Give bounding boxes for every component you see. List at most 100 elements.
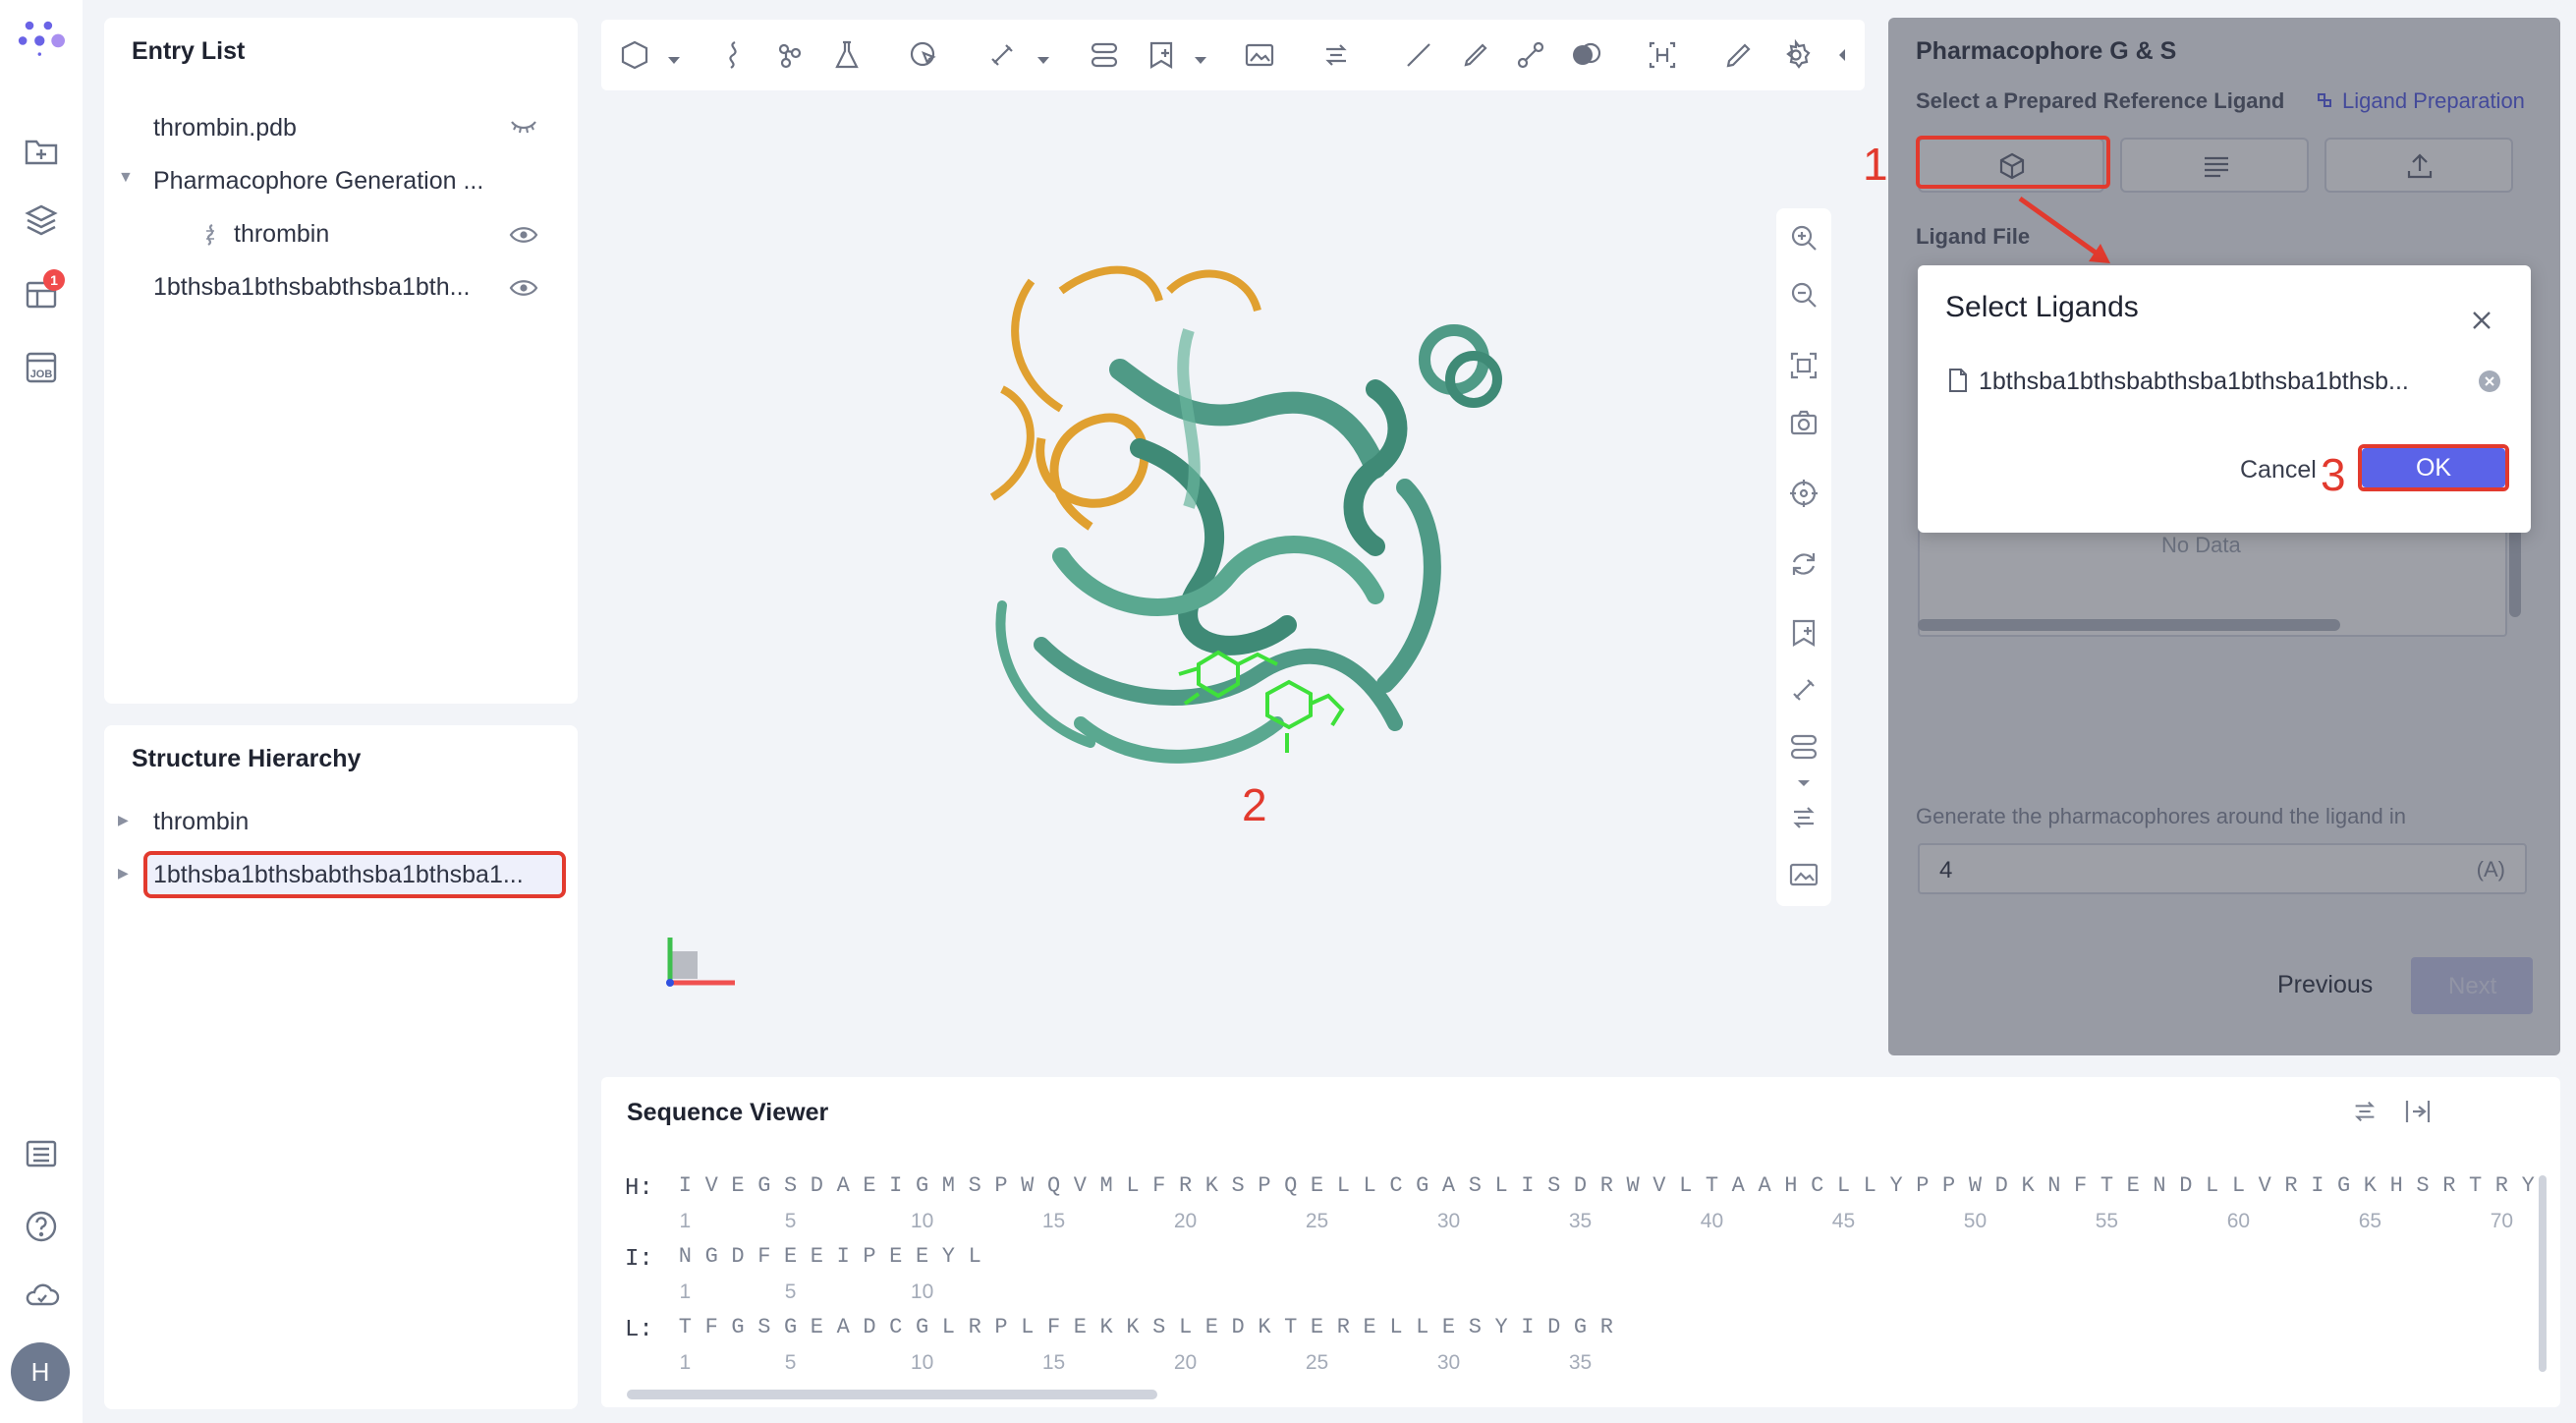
residue[interactable]: E: [1067, 1317, 1093, 1372]
residue[interactable]: L: [1014, 1317, 1040, 1372]
residue[interactable]: L 60: [2225, 1175, 2252, 1232]
align-icon[interactable]: [1788, 731, 1820, 763]
residue[interactable]: K 65: [2357, 1175, 2383, 1232]
flask-icon[interactable]: [831, 39, 863, 71]
residue[interactable]: G 10: [909, 1175, 935, 1232]
superpose-icon[interactable]: [1788, 802, 1820, 833]
residue[interactable]: L: [962, 1246, 988, 1301]
residue[interactable]: S: [2410, 1175, 2436, 1230]
residue[interactable]: I: [882, 1175, 909, 1230]
residue[interactable]: E 30: [1435, 1317, 1462, 1374]
residue[interactable]: N: [2041, 1175, 2067, 1230]
residue[interactable]: A: [830, 1175, 857, 1230]
residue[interactable]: L: [1357, 1175, 1383, 1230]
residue[interactable]: L: [1488, 1175, 1515, 1230]
residue[interactable]: V: [699, 1175, 725, 1230]
residue[interactable]: Q: [1277, 1175, 1304, 1230]
residue[interactable]: S: [1462, 1175, 1488, 1230]
residue[interactable]: K: [1252, 1317, 1278, 1372]
image-icon[interactable]: [1244, 39, 1275, 71]
residue[interactable]: F: [751, 1246, 777, 1301]
bookmark-icon[interactable]: [1146, 39, 1177, 71]
eye-icon[interactable]: [509, 277, 538, 299]
residue[interactable]: G5: [777, 1317, 804, 1374]
residue[interactable]: W: [1620, 1175, 1647, 1230]
residue[interactable]: H: [1777, 1175, 1804, 1230]
residue[interactable]: L: [1330, 1175, 1357, 1230]
residue[interactable]: E 10: [909, 1246, 935, 1303]
residue[interactable]: A: [830, 1317, 857, 1372]
residue[interactable]: E: [857, 1175, 883, 1230]
residue[interactable]: E: [804, 1246, 830, 1301]
chevron-down-icon[interactable]: [668, 57, 680, 64]
residue[interactable]: P: [1909, 1175, 1935, 1230]
chain-residues[interactable]: N 1 G D F E 5 E I P E E 10 Y L: [672, 1246, 988, 1303]
residue[interactable]: L: [1383, 1317, 1410, 1372]
chevron-down-icon[interactable]: [1796, 778, 1812, 788]
residue[interactable]: Y: [2515, 1175, 2542, 1230]
list-icon[interactable]: [18, 1130, 65, 1177]
collapse-caret-icon[interactable]: ▶: [118, 812, 129, 828]
cancel-button[interactable]: Cancel: [2240, 456, 2317, 484]
residue[interactable]: F: [1146, 1175, 1172, 1230]
residue[interactable]: F 15: [1040, 1317, 1067, 1374]
residue[interactable]: Y: [935, 1246, 962, 1301]
image-icon[interactable]: [1788, 859, 1820, 890]
residue[interactable]: D: [1225, 1317, 1252, 1372]
residue[interactable]: N1: [672, 1246, 699, 1303]
entry-item-thrombin[interactable]: thrombin: [234, 220, 329, 249]
residue[interactable]: S: [1225, 1175, 1252, 1230]
entry-item-thrombin-pdb[interactable]: thrombin.pdb: [153, 114, 297, 142]
residue[interactable]: D: [1540, 1317, 1567, 1372]
eye-icon[interactable]: [509, 224, 538, 246]
molecule-viewer[interactable]: 2: [589, 16, 1873, 1055]
chevron-down-icon[interactable]: [1037, 57, 1049, 64]
residue[interactable]: W: [1014, 1175, 1040, 1230]
rotate-icon[interactable]: [1788, 548, 1820, 580]
residue[interactable]: S: [1540, 1175, 1567, 1230]
residue[interactable]: Y: [1488, 1317, 1515, 1372]
link-icon[interactable]: [986, 39, 1018, 71]
cloud-icon[interactable]: [18, 1272, 65, 1319]
expand-caret-icon[interactable]: ▼: [118, 169, 134, 187]
residue[interactable]: A: [1752, 1175, 1778, 1230]
residue[interactable]: L: [935, 1317, 962, 1372]
residue[interactable]: R: [2278, 1175, 2305, 1230]
align-icon[interactable]: [1089, 39, 1120, 71]
residue[interactable]: D: [857, 1317, 883, 1372]
residue[interactable]: L 45: [1830, 1175, 1857, 1232]
sequence-vertical-scrollbar[interactable]: [2539, 1175, 2547, 1372]
residue[interactable]: D: [725, 1246, 752, 1301]
residue[interactable]: V: [1646, 1175, 1672, 1230]
new-project-icon[interactable]: [18, 128, 65, 175]
chevron-down-icon[interactable]: [1195, 57, 1206, 64]
residue[interactable]: W 50: [1962, 1175, 1988, 1232]
residue[interactable]: E: [2120, 1175, 2147, 1230]
user-avatar[interactable]: H: [11, 1342, 70, 1401]
residue[interactable]: P: [1935, 1175, 1962, 1230]
residue[interactable]: H: [2383, 1175, 2410, 1230]
residue[interactable]: A 30: [1435, 1175, 1462, 1232]
residue[interactable]: E: [882, 1246, 909, 1301]
residue[interactable]: G: [1409, 1175, 1435, 1230]
residue[interactable]: P: [1252, 1175, 1278, 1230]
residue[interactable]: G: [699, 1246, 725, 1301]
residue[interactable]: P: [988, 1317, 1015, 1372]
residue[interactable]: I: [1515, 1317, 1541, 1372]
residue[interactable]: L: [1120, 1175, 1147, 1230]
residue[interactable]: K: [1199, 1175, 1225, 1230]
hydrogen-icon[interactable]: [1647, 39, 1678, 71]
eye-closed-icon[interactable]: [509, 116, 538, 138]
residue[interactable]: I: [1515, 1175, 1541, 1230]
residue[interactable]: M: [1093, 1175, 1120, 1230]
residue[interactable]: P: [857, 1246, 883, 1301]
residue[interactable]: T 55: [2094, 1175, 2120, 1232]
residue[interactable]: R: [1330, 1317, 1357, 1372]
residue[interactable]: D: [2172, 1175, 2199, 1230]
residue[interactable]: M: [935, 1175, 962, 1230]
residue[interactable]: V: [2252, 1175, 2278, 1230]
residue[interactable]: G: [2330, 1175, 2357, 1230]
residue[interactable]: E 25: [1304, 1175, 1330, 1232]
residue[interactable]: E: [725, 1175, 752, 1230]
residue[interactable]: R: [1594, 1317, 1620, 1372]
